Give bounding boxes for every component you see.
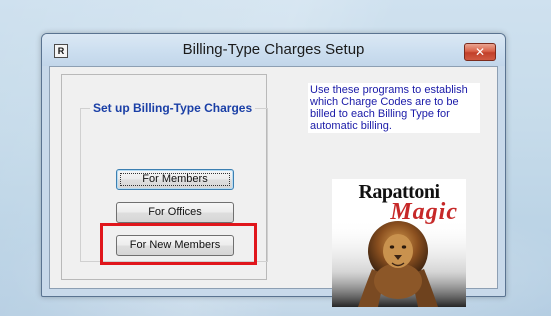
lion-face: [383, 234, 413, 268]
lion-body: [374, 263, 422, 299]
lion-right-eye: [401, 245, 407, 249]
lion-image: [332, 219, 466, 307]
group-label: Set up Billing-Type Charges: [90, 101, 256, 115]
focus-indicator: [120, 173, 230, 186]
rapattoni-magic-logo: Rapattoni Magic: [332, 179, 466, 307]
close-icon: ✕: [474, 45, 486, 59]
window-title: Billing-Type Charges Setup: [182, 41, 365, 58]
info-description: Use these programs to establish which Ch…: [308, 83, 480, 133]
title-bar[interactable]: R Billing-Type Charges Setup ✕: [42, 34, 505, 66]
lion-left-eye: [389, 245, 395, 249]
highlight-box: [100, 223, 257, 265]
for-members-button[interactable]: For Members: [116, 169, 234, 190]
dialog-window: R Billing-Type Charges Setup ✕ Set up Bi…: [41, 33, 506, 307]
dialog-client-area: Set up Billing-Type Charges For Members …: [49, 66, 498, 307]
for-offices-label: For Offices: [148, 206, 202, 218]
for-offices-button[interactable]: For Offices: [116, 202, 234, 223]
close-button[interactable]: ✕: [464, 43, 496, 61]
